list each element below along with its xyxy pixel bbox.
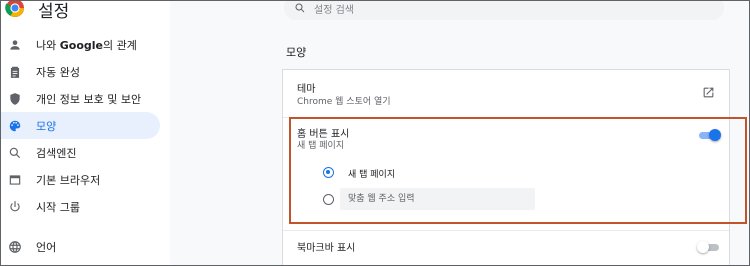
custom-url-input[interactable]	[340, 188, 535, 210]
search-icon	[8, 146, 22, 160]
divider	[283, 117, 729, 118]
theme-subtitle[interactable]: Chrome 웹 스토어 열기	[297, 94, 391, 107]
search-icon	[295, 3, 305, 13]
sidebar-item-label: 언어	[36, 240, 57, 254]
sidebar-item-default-browser[interactable]: 기본 브라우저	[0, 166, 160, 193]
sidebar-item-label: 나와 Google의 관계	[36, 38, 137, 52]
open-in-new-icon[interactable]	[702, 84, 715, 98]
settings-main: 설정 검색 모양 테마 Chrome 웹 스토어 열기 홈 버튼 표시 새 탭 …	[170, 0, 750, 266]
sidebar-item-label: 개인 정보 보호 및 보안	[36, 92, 142, 106]
new-tab-radio[interactable]	[323, 167, 334, 178]
divider	[283, 230, 729, 231]
sidebar-item-label: 검색엔진	[36, 146, 77, 160]
sidebar-item-you-and-google[interactable]: 나와 Google의 관계	[0, 31, 160, 58]
appearance-card: 테마 Chrome 웹 스토어 열기 홈 버튼 표시 새 탭 페이지 새 탭 페…	[283, 70, 729, 266]
person-icon	[8, 38, 22, 52]
sidebar: 설정 나와 Google의 관계 자동 완성 개인 정보 보호 및 보안 모양 …	[0, 0, 170, 266]
theme-title[interactable]: 테마	[297, 80, 315, 95]
page-title: 설정	[38, 2, 70, 22]
bookmarks-bar-toggle[interactable]	[697, 241, 721, 253]
sidebar-item-autofill[interactable]: 자동 완성	[0, 58, 160, 85]
sidebar-item-label: 자동 완성	[36, 65, 80, 79]
clipboard-icon	[8, 65, 22, 79]
sidebar-item-privacy-security[interactable]: 개인 정보 보호 및 보안	[0, 85, 160, 112]
sidebar-item-label: 모양	[36, 119, 57, 133]
toggle-knob	[697, 241, 709, 253]
home-button-toggle[interactable]	[697, 129, 721, 141]
toggle-knob	[709, 129, 721, 141]
sidebar-item-label: 시작 그룹	[36, 200, 80, 214]
sidebar-item-appearance[interactable]: 모양	[0, 112, 160, 139]
sidebar-item-search-engine[interactable]: 검색엔진	[0, 139, 160, 166]
palette-icon	[8, 119, 22, 133]
search-bar[interactable]: 설정 검색	[284, 0, 724, 20]
power-icon	[8, 200, 22, 214]
sidebar-item-label: 기본 브라우저	[36, 173, 101, 187]
sidebar-item-languages[interactable]: 언어	[0, 233, 160, 260]
sidebar-item-on-startup[interactable]: 시작 그룹	[0, 193, 160, 220]
shield-icon	[8, 92, 22, 106]
chrome-logo-icon	[5, 0, 25, 18]
section-title: 모양	[286, 46, 307, 59]
new-tab-radio-label[interactable]: 새 탭 페이지	[348, 167, 395, 180]
search-placeholder: 설정 검색	[314, 4, 354, 16]
custom-url-radio[interactable]	[323, 194, 334, 205]
globe-icon	[8, 240, 22, 254]
browser-window-icon	[8, 173, 22, 187]
bookmarks-bar-title: 북마크바 표시	[297, 243, 356, 254]
home-button-subtitle: 새 탭 페이지	[297, 141, 345, 151]
